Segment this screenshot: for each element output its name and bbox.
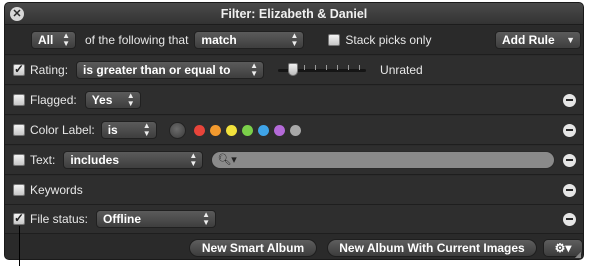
- color-label-operator-popup[interactable]: is ▲ ▼: [100, 121, 157, 139]
- gear-icon: ⚙▾: [554, 240, 572, 255]
- add-rule-label: Add Rule: [502, 33, 555, 47]
- popup-arrows-icon: ▲ ▼: [62, 31, 70, 48]
- text-search-field[interactable]: 🔍︎▾: [211, 151, 556, 169]
- stack-picks-label: Stack picks only: [345, 33, 432, 47]
- filter-hud-window: ✕ Filter: Elizabeth & Daniel All ▲ ▼ of t…: [4, 2, 584, 260]
- keywords-checkbox[interactable]: [13, 184, 25, 196]
- title-bar: ✕ Filter: Elizabeth & Daniel: [5, 3, 583, 25]
- bottom-action-bar: New Smart Album New Album With Current I…: [5, 234, 583, 259]
- color-label-checkbox[interactable]: [13, 124, 25, 136]
- rule-row-rating: Rating: is greater than or equal to ▲▼ U…: [5, 56, 583, 85]
- rating-operator-value: is greater than or equal to: [83, 63, 231, 77]
- rating-slider[interactable]: [278, 61, 367, 79]
- file-status-checkbox[interactable]: [13, 211, 25, 225]
- color-swatch-1[interactable]: [193, 124, 205, 136]
- add-rule-popup[interactable]: Add Rule ▼: [495, 31, 581, 49]
- slider-tick: [337, 65, 339, 70]
- remove-rule-text-button[interactable]: [563, 153, 576, 167]
- new-album-with-current-images-label: New Album With Current Images: [339, 240, 525, 255]
- color-swatch-3[interactable]: [225, 124, 237, 136]
- rating-value-text: Unrated: [380, 63, 423, 77]
- popup-arrows-icon: ▲ ▼: [189, 151, 198, 168]
- color-swatch-group: [193, 124, 306, 136]
- color-swatch-6[interactable]: [273, 124, 285, 136]
- flagged-checkbox[interactable]: [13, 94, 25, 106]
- match-scope-popup[interactable]: All ▲ ▼: [31, 31, 76, 49]
- color-swatch-7[interactable]: [289, 124, 301, 136]
- file-status-value: Offline: [103, 212, 142, 226]
- chevron-down-icon: ▼: [566, 35, 575, 45]
- color-swatch-2[interactable]: [209, 124, 221, 136]
- remove-rule-color-label-button[interactable]: [563, 123, 576, 137]
- search-icon: 🔍︎▾: [217, 154, 237, 166]
- color-swatch-4[interactable]: [241, 124, 253, 136]
- rule-row-file-status: File status: Offline ▲▼: [5, 205, 583, 234]
- rule-row-flagged: Flagged: Yes ▲ ▼: [5, 86, 583, 115]
- text-operator-popup[interactable]: includes ▲ ▼: [63, 151, 204, 169]
- match-scope-value: All: [38, 33, 54, 47]
- rating-operator-popup[interactable]: is greater than or equal to ▲ ▼: [76, 61, 265, 79]
- text-search-input[interactable]: [238, 153, 547, 167]
- text-checkbox[interactable]: [13, 154, 25, 166]
- flagged-label: Flagged:: [30, 93, 77, 107]
- text-label: Text:: [30, 153, 56, 167]
- popup-arrows-icon: ▲ ▼: [126, 91, 135, 108]
- rule-row-color-label: Color Label: is ▲ ▼: [5, 116, 583, 145]
- popup-arrows-icon: ▲ ▼: [290, 31, 299, 48]
- match-mid-text: of the following that: [85, 33, 189, 47]
- new-smart-album-button[interactable]: New Smart Album: [189, 238, 317, 257]
- popup-arrows-icon: ▲ ▼: [250, 61, 259, 78]
- slider-tick: [348, 65, 350, 70]
- match-mode-popup[interactable]: match ▲ ▼: [194, 31, 305, 49]
- rating-checkbox[interactable]: [13, 62, 25, 76]
- color-label-operator-value: is: [107, 123, 118, 137]
- keywords-label: Keywords: [30, 183, 83, 197]
- match-mode-value: match: [201, 33, 237, 47]
- color-swatch-5[interactable]: [257, 124, 269, 136]
- new-smart-album-label: New Smart Album: [201, 240, 305, 255]
- rule-row-text: Text: includes ▲ ▼ 🔍︎▾: [5, 146, 583, 175]
- match-criteria-row: All ▲ ▼ of the following that match ▲ ▼ St…: [5, 26, 583, 55]
- callout-pointer-line: [19, 226, 20, 266]
- flagged-value-popup[interactable]: Yes ▲ ▼: [84, 91, 141, 109]
- file-status-value-popup[interactable]: Offline ▲ ▼: [96, 210, 217, 228]
- flagged-value: Yes: [91, 93, 113, 107]
- no-color-swatch[interactable]: [168, 121, 186, 139]
- file-status-label: File status:: [30, 212, 89, 226]
- popup-arrows-icon: ▲ ▼: [202, 210, 211, 227]
- remove-rule-file-status-button[interactable]: [563, 212, 576, 226]
- color-label-label: Color Label:: [30, 123, 95, 137]
- resize-grip-icon[interactable]: ◢: [575, 250, 581, 259]
- rating-label: Rating:: [30, 63, 69, 77]
- slider-tick: [315, 65, 317, 70]
- remove-rule-flagged-button[interactable]: [563, 93, 576, 107]
- rule-row-keywords: Keywords: [5, 176, 583, 205]
- close-icon[interactable]: ✕: [10, 7, 24, 21]
- slider-tick: [359, 65, 361, 70]
- remove-rule-keywords-button[interactable]: [563, 183, 576, 197]
- slider-tick: [326, 65, 328, 70]
- slider-thumb[interactable]: [288, 63, 299, 76]
- new-album-with-current-images-button[interactable]: New Album With Current Images: [327, 238, 537, 257]
- window-title: Filter: Elizabeth & Daniel: [220, 7, 368, 21]
- text-operator-value: includes: [70, 153, 120, 167]
- slider-tick: [304, 65, 306, 70]
- stack-picks-checkbox[interactable]: [328, 34, 341, 46]
- popup-arrows-icon: ▲ ▼: [142, 121, 151, 138]
